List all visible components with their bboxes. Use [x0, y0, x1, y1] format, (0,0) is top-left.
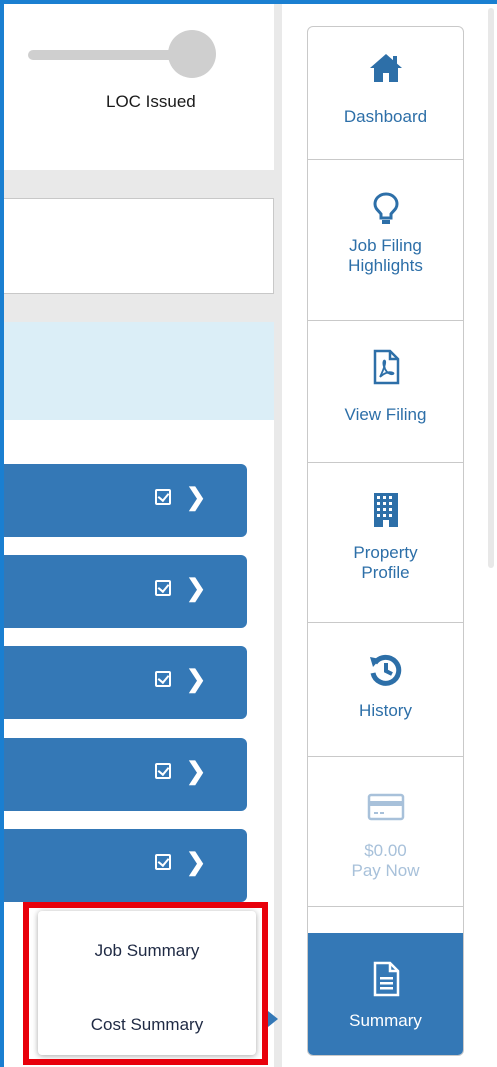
checkbox-checked-icon — [155, 671, 171, 687]
nav-property-profile[interactable]: Property Profile — [308, 463, 463, 623]
lightbulb-icon — [308, 192, 463, 226]
nav-pay-now[interactable]: $0.00 Pay Now — [308, 757, 463, 907]
pdf-file-icon — [308, 349, 463, 385]
nav-summary-label: Summary — [349, 1011, 422, 1030]
chevron-right-icon: ❯ — [186, 758, 207, 785]
nav-job-filing-highlights[interactable]: Job Filing Highlights — [308, 160, 463, 321]
section-bar-4[interactable]: ❯ — [4, 738, 247, 811]
progress-step-label: LOC Issued — [106, 92, 196, 111]
nav-history[interactable]: History — [308, 623, 463, 757]
nav-view-filing[interactable]: View Filing — [308, 321, 463, 463]
scrollbar-thumb[interactable] — [488, 8, 494, 568]
section-bar-2[interactable]: ❯ — [4, 555, 247, 628]
chevron-right-icon: ❯ — [186, 666, 207, 693]
progress-status-card: LOC Issued — [4, 4, 274, 170]
text-input-field[interactable] — [4, 198, 274, 294]
progress-step-marker — [168, 30, 216, 78]
nav-highlights-label-line1: Job Filing — [349, 236, 422, 255]
nav-property-label-line1: Property — [353, 543, 418, 562]
progress-track — [28, 50, 188, 60]
nav-highlights-label-line2: Highlights — [348, 256, 423, 275]
nav-dashboard-label: Dashboard — [343, 107, 428, 126]
nav-summary[interactable]: Summary — [308, 933, 463, 1055]
credit-card-icon — [308, 793, 463, 821]
checkbox-checked-icon — [155, 854, 171, 870]
section-bar-1[interactable]: ❯ — [4, 464, 247, 537]
window-frame-edge-top — [0, 0, 497, 4]
nav-history-label: History — [359, 701, 412, 720]
side-navigation: Dashboard Job Filing Highlights View Fil… — [307, 26, 464, 1056]
home-icon — [308, 53, 463, 83]
section-bar-5[interactable]: ❯ — [4, 829, 247, 902]
chevron-right-icon: ❯ — [186, 484, 207, 511]
nav-property-label-line2: Profile — [361, 563, 410, 582]
section-bar-3[interactable]: ❯ — [4, 646, 247, 719]
document-icon — [308, 961, 463, 997]
popup-highlight-box — [23, 902, 268, 1065]
window-frame-edge — [0, 0, 4, 1067]
checkbox-checked-icon — [155, 489, 171, 505]
checkbox-checked-icon — [155, 580, 171, 596]
building-icon — [308, 491, 463, 529]
info-banner — [4, 322, 274, 420]
popup-pointer-arrow — [268, 1011, 278, 1027]
nav-view-filing-label: View Filing — [344, 405, 427, 424]
checkbox-checked-icon — [155, 763, 171, 779]
chevron-right-icon: ❯ — [186, 575, 207, 602]
history-icon — [308, 653, 463, 687]
nav-dashboard[interactable]: Dashboard — [308, 27, 463, 160]
chevron-right-icon: ❯ — [186, 849, 207, 876]
pay-now-amount: $0.00 — [364, 841, 407, 860]
pay-now-label: Pay Now — [351, 861, 420, 880]
